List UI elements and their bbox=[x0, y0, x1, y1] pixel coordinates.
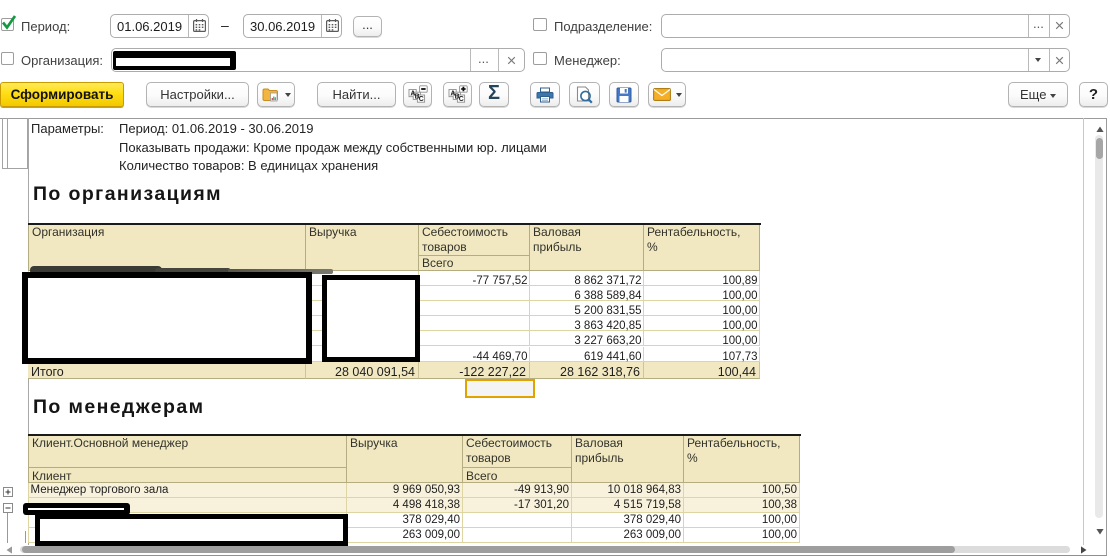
svg-text:C: C bbox=[458, 96, 463, 103]
svg-text:C: C bbox=[418, 96, 423, 103]
